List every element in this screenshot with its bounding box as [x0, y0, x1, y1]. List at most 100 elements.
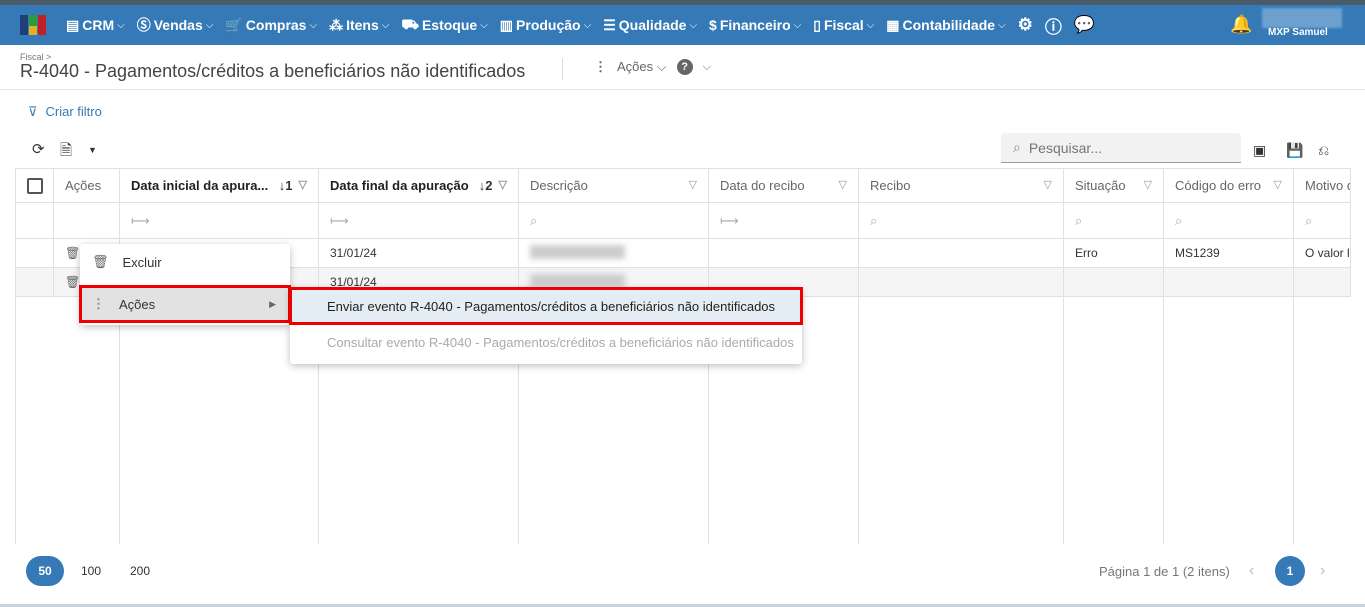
- bell-icon[interactable]: 🔔: [1230, 14, 1252, 35]
- chevron-down-icon: ⌵: [866, 19, 875, 31]
- page-title: R-4040 - Pagamentos/créditos a beneficiá…: [20, 61, 526, 81]
- filter-icon[interactable]: ▽: [1144, 178, 1152, 191]
- avatar[interactable]: [1262, 8, 1342, 28]
- app-logo[interactable]: [20, 15, 46, 35]
- nav-label: Fiscal: [823, 17, 864, 33]
- nav-label: Compras: [245, 17, 307, 33]
- search-filter[interactable]: ⌕: [1063, 202, 1164, 239]
- divider: [562, 58, 563, 80]
- filter-icon[interactable]: ▽: [1274, 178, 1282, 191]
- col-motivo[interactable]: Motivo d: [1293, 168, 1351, 203]
- filter-icon[interactable]: ▽: [1044, 178, 1052, 191]
- menu-label: Ações: [119, 296, 156, 312]
- nav-financeiro[interactable]: $ Financeiro ⌵: [709, 17, 801, 33]
- col-data-recibo[interactable]: Data do recibo ▽: [708, 168, 859, 203]
- nav-producao[interactable]: ▥ Produção ⌵: [500, 17, 591, 34]
- menu-item-acoes[interactable]: ⋮ Ações ▶: [79, 285, 291, 323]
- search-filter[interactable]: ⌕: [1163, 202, 1294, 239]
- col-codigo-erro[interactable]: Código do erro ▽: [1163, 168, 1294, 203]
- caret-down-icon[interactable]: ▼: [88, 145, 97, 155]
- filter-icon[interactable]: ▽: [299, 178, 307, 191]
- checklist-icon: ☰: [603, 16, 616, 33]
- col-data-inicial[interactable]: Data inicial da apura... ▽ ↓1: [119, 168, 319, 203]
- gear-icon[interactable]: ⚙: [1018, 15, 1033, 35]
- crm-icon: ▤: [66, 16, 80, 33]
- submenu: Enviar evento R-4040 - Pagamentos/crédit…: [289, 287, 803, 364]
- page-size-200[interactable]: 200: [121, 556, 159, 586]
- nav-label: Produção: [516, 17, 581, 33]
- kebab-icon: ⋮: [92, 296, 105, 311]
- submenu-item-consultar[interactable]: Consultar evento R-4040 - Pagamentos/cré…: [290, 324, 802, 360]
- actions-label: Ações: [617, 59, 654, 74]
- chevron-down-icon: ⌵: [205, 19, 214, 31]
- select-all-checkbox[interactable]: [15, 168, 54, 203]
- top-nav: ▤ CRM ⌵ Ⓢ Vendas ⌵ 🛒 Compras ⌵ ⁂ Itens ⌵ ⛟ Estoqu…: [0, 5, 1365, 45]
- page-1-button[interactable]: 1: [1275, 556, 1305, 586]
- caret-right-icon: ▶: [269, 298, 276, 309]
- date-range-filter[interactable]: ⟼: [708, 202, 859, 239]
- col-data-final[interactable]: Data final da apuração ▽ ↓2: [318, 168, 519, 203]
- header-label: Data inicial da apura...: [131, 178, 269, 193]
- chevron-down-icon: ⌵: [480, 19, 488, 31]
- search-filter[interactable]: ⌕: [858, 202, 1064, 239]
- cell-data-final: 31/01/24: [318, 238, 519, 268]
- page-size-50[interactable]: 50: [26, 556, 64, 586]
- nav-crm[interactable]: ▤ CRM ⌵: [66, 17, 125, 34]
- search-input[interactable]: [1028, 139, 1219, 156]
- items-icon: ⁂: [329, 16, 344, 33]
- columns-icon[interactable]: ▣: [1253, 142, 1266, 159]
- refresh-icon[interactable]: ⟳: [32, 140, 45, 158]
- chevron-down-icon: ⌵: [381, 19, 390, 31]
- nav-itens[interactable]: ⁂ Itens ⌵: [329, 17, 389, 34]
- nav-contabilidade[interactable]: ▦ Contabilidade ⌵: [886, 17, 1005, 34]
- stock-icon: ⛟: [401, 15, 419, 32]
- date-range-filter[interactable]: ⟼: [119, 202, 319, 239]
- date-range-filter[interactable]: ⟼: [318, 202, 519, 239]
- context-menu: 🗑 Excluir ⋮ Ações ▶: [79, 244, 291, 325]
- save-icon[interactable]: 💾: [1286, 142, 1303, 159]
- search-filter[interactable]: ⌕: [1293, 202, 1351, 239]
- help-icon[interactable]: ?: [676, 59, 693, 75]
- sort-desc-icon[interactable]: ↓1: [279, 178, 293, 193]
- sort-desc-icon[interactable]: ↓2: [479, 178, 493, 193]
- help-icon[interactable]: ⓘ: [1045, 13, 1062, 38]
- search-box[interactable]: ⌕: [1001, 133, 1241, 163]
- nav-label: Qualidade: [618, 17, 687, 33]
- nav-label: CRM: [82, 17, 115, 33]
- document-check-icon: ▯: [813, 16, 821, 33]
- kebab-icon[interactable]: ⋮: [594, 59, 607, 75]
- cell-situacao: Erro: [1063, 238, 1164, 268]
- col-recibo[interactable]: Recibo ▽: [858, 168, 1064, 203]
- user-name[interactable]: MXP Samuel: [1268, 27, 1328, 38]
- menu-item-excluir[interactable]: 🗑 Excluir: [80, 244, 290, 280]
- create-filter-button[interactable]: ⊽ Criar filtro: [28, 104, 102, 120]
- col-situacao[interactable]: Situação ▽: [1063, 168, 1164, 203]
- page-info: Página 1 de 1 (2 itens): [1099, 564, 1230, 579]
- header-label: Recibo: [870, 178, 911, 193]
- filter-icon[interactable]: ▽: [839, 178, 847, 191]
- chat-icon[interactable]: 💬: [1074, 15, 1095, 35]
- filter-cell: [53, 202, 120, 239]
- nav-vendas[interactable]: Ⓢ Vendas ⌵: [137, 15, 214, 35]
- filter-icon[interactable]: ▽: [499, 178, 507, 191]
- page-size-100[interactable]: 100: [72, 556, 110, 586]
- prev-page-icon[interactable]: ‹: [1249, 562, 1254, 580]
- nav-label: Estoque: [421, 17, 478, 33]
- nav-qualidade[interactable]: ☰ Qualidade ⌵: [603, 17, 697, 34]
- search-filter[interactable]: ⌕: [518, 202, 709, 239]
- dollar-icon: Ⓢ: [136, 17, 151, 33]
- filter-icon[interactable]: ▽: [689, 178, 697, 191]
- col-descricao[interactable]: Descrição ▽: [518, 168, 709, 203]
- nav-estoque[interactable]: ⛟ Estoque ⌵: [401, 16, 487, 35]
- reset-layout-icon[interactable]: ⎌: [1318, 142, 1329, 159]
- nav-compras[interactable]: 🛒 Compras ⌵: [225, 17, 317, 34]
- header-label: Código do erro: [1175, 178, 1261, 193]
- factory-icon: ▥: [499, 16, 514, 33]
- nav-fiscal[interactable]: ▯ Fiscal ⌵: [813, 17, 874, 34]
- submenu-item-enviar[interactable]: Enviar evento R-4040 - Pagamentos/crédit…: [289, 287, 803, 325]
- next-page-icon[interactable]: ›: [1320, 562, 1325, 580]
- chevron-down-icon[interactable]: ⌵: [703, 61, 711, 74]
- export-icon[interactable]: 🗎: [60, 140, 72, 165]
- chevron-down-icon: ⌵: [117, 19, 125, 31]
- actions-dropdown[interactable]: Ações ⌵: [617, 59, 667, 75]
